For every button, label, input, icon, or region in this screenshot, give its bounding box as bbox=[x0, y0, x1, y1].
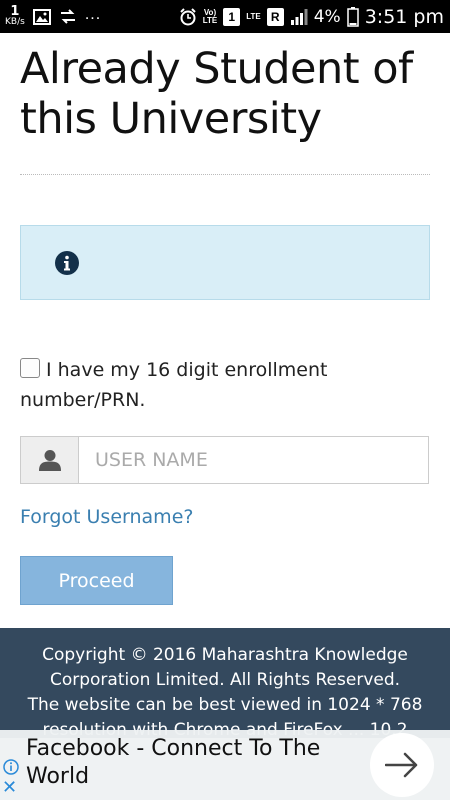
sim-slot-icon: 1 bbox=[223, 7, 241, 26]
info-icon bbox=[55, 251, 79, 275]
clock: 3:51 pm bbox=[364, 5, 444, 28]
ad-open-button[interactable] bbox=[370, 733, 434, 797]
network-speed-unit: KB/s bbox=[5, 17, 25, 27]
enrollment-checkbox-row[interactable]: I have my 16 digit enrollment number/PRN… bbox=[20, 355, 440, 415]
forgot-username-link[interactable]: Forgot Username? bbox=[20, 506, 193, 528]
divider bbox=[20, 174, 430, 175]
page-title: Already Student of this University bbox=[20, 44, 413, 144]
ad-info-icon[interactable] bbox=[3, 759, 19, 775]
ad-text[interactable]: Facebook - Connect To The World bbox=[26, 735, 356, 791]
more-notifications-icon: ... bbox=[84, 5, 102, 23]
proceed-button[interactable]: Proceed bbox=[20, 556, 173, 605]
lte-icon: LTE bbox=[246, 11, 261, 21]
gallery-icon bbox=[32, 8, 51, 25]
footer: Copyright © 2016 Maharashtra Knowledge C… bbox=[0, 628, 450, 738]
signal-icon bbox=[290, 8, 308, 25]
status-bar-left: 1 KB/s ... bbox=[5, 3, 101, 30]
ad-close-icon[interactable]: ✕ bbox=[2, 779, 17, 797]
transfer-icon bbox=[60, 8, 75, 24]
username-addon bbox=[21, 437, 79, 483]
status-bar-right: Vo) LTE 1 LTE R 4% 3:51 pm bbox=[179, 3, 444, 30]
volte-icon: Vo) LTE bbox=[202, 7, 218, 25]
enrollment-checkbox[interactable] bbox=[20, 358, 40, 378]
battery-percent: 4% bbox=[313, 6, 341, 27]
arrow-right-icon bbox=[385, 752, 418, 778]
status-bar: 1 KB/s ... Vo) LTE 1 LTE R 4% 3:51 pm bbox=[0, 0, 450, 33]
network-speed: 1 KB/s bbox=[5, 5, 25, 27]
battery-icon bbox=[346, 6, 359, 27]
enrollment-checkbox-label: I have my 16 digit enrollment number/PRN… bbox=[20, 359, 328, 411]
info-alert bbox=[20, 225, 430, 300]
user-icon bbox=[38, 450, 61, 471]
alarm-icon bbox=[179, 7, 196, 25]
roaming-icon: R bbox=[266, 7, 284, 26]
username-input[interactable] bbox=[79, 437, 428, 483]
ad-banner[interactable]: ✕ Facebook - Connect To The World bbox=[0, 730, 450, 800]
username-input-group bbox=[20, 436, 429, 484]
footer-copyright: Copyright © 2016 Maharashtra Knowledge C… bbox=[42, 645, 408, 690]
